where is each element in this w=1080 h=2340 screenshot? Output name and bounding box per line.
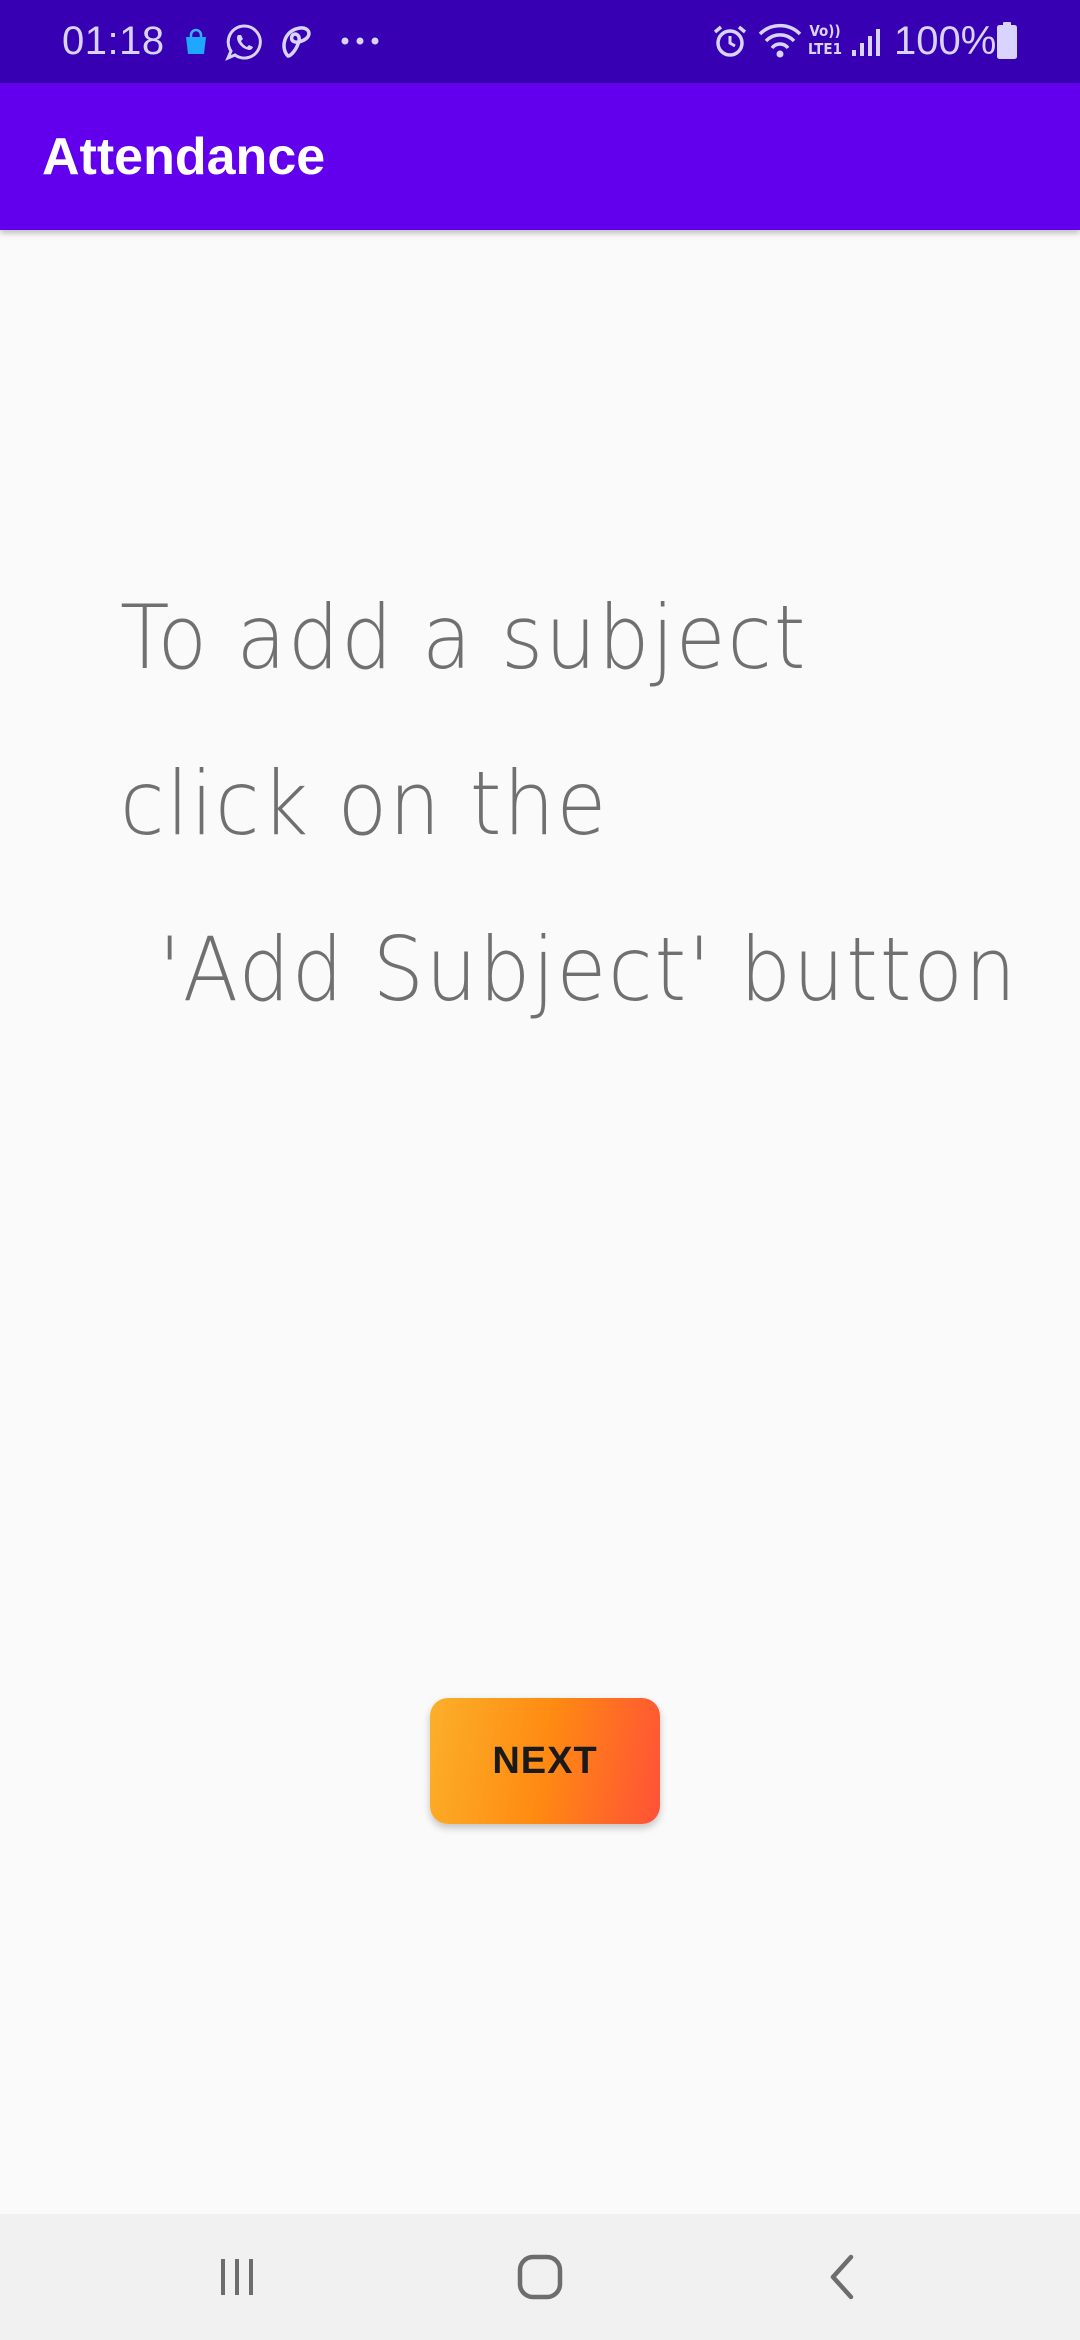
navigation-bar [0, 2214, 1080, 2340]
instruction-line-1: To add a subject [120, 586, 808, 689]
shopping-bag-icon [186, 28, 206, 54]
recent-apps-icon [221, 2259, 253, 2295]
status-bar: 01:18 Vo)) LTE1 100% [0, 0, 1080, 83]
recent-apps-button[interactable] [137, 2214, 337, 2340]
battery-icon [997, 22, 1017, 59]
volte-lte-icon: Vo)) LTE1 [803, 22, 847, 62]
back-button[interactable] [743, 2214, 943, 2340]
wifi-icon [758, 23, 802, 58]
status-time: 01:18 [62, 19, 165, 63]
lte-text: LTE1 [808, 40, 842, 58]
battery-percent: 100% [894, 19, 997, 63]
volte-text: Vo)) [809, 22, 841, 40]
app-title: Attendance [42, 128, 326, 186]
whatsapp-icon [225, 24, 262, 61]
alarm-icon [713, 25, 747, 57]
instruction-text: To add a subject click on the 'Add Subje… [120, 555, 1018, 1053]
screen: 01:18 Vo)) LTE1 100% Attendance To add a… [0, 0, 1080, 2340]
next-button[interactable]: NEXT [430, 1698, 660, 1824]
instruction-line-3: 'Add Subject' button [158, 918, 1018, 1021]
signal-icon [852, 29, 880, 56]
home-button[interactable] [440, 2214, 640, 2340]
more-notifications-icon [341, 37, 379, 45]
app-bar: Attendance [0, 83, 1080, 230]
back-icon [830, 2254, 854, 2300]
airtel-icon [282, 26, 311, 58]
next-button-label: NEXT [492, 1739, 598, 1782]
instruction-line-2: click on the [120, 752, 609, 855]
home-icon [517, 2254, 563, 2300]
